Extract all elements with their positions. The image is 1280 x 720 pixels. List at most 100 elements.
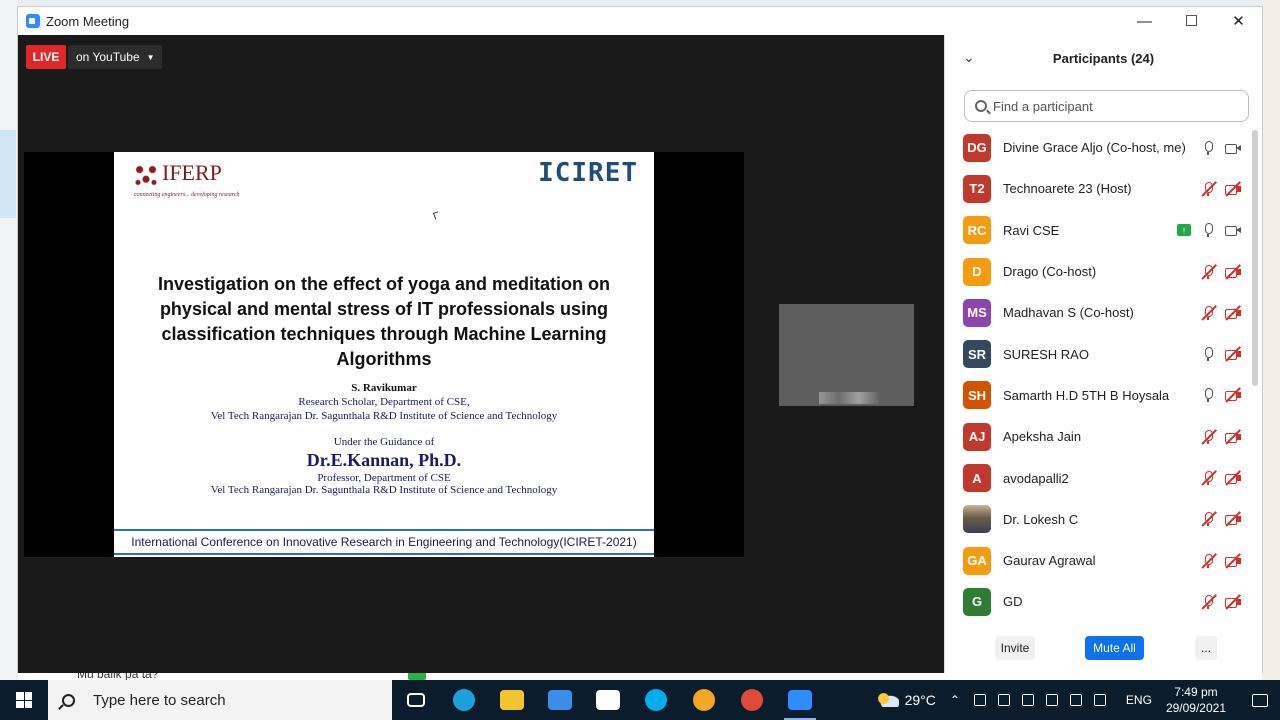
- participant-row[interactable]: DG Divine Grace Aljo (Co-host, me): [945, 127, 1255, 168]
- volume-icon[interactable]: [1069, 694, 1082, 706]
- participant-name: Divine Grace Aljo (Co-host, me): [1003, 140, 1186, 156]
- taskbar-task-view-icon[interactable]: [392, 680, 440, 720]
- camera-icon[interactable]: [1225, 223, 1241, 237]
- mic-icon[interactable]: [1201, 140, 1215, 155]
- participant-row[interactable]: D Drago (Co-host): [945, 251, 1255, 292]
- live-badge[interactable]: LIVE: [26, 45, 66, 69]
- window-controls: — ☐ ✕: [1121, 7, 1262, 35]
- participant-search-input[interactable]: [993, 98, 1233, 114]
- taskbar-skype-icon[interactable]: [632, 680, 680, 720]
- camera-off-icon[interactable]: [1225, 387, 1241, 403]
- participant-list-scrollbar[interactable]: [1252, 130, 1258, 386]
- taskbar-chrome-icon[interactable]: [728, 680, 776, 720]
- participant-status-icons: [1201, 581, 1241, 617]
- mic-icon[interactable]: [1201, 347, 1215, 362]
- camera-icon[interactable]: [1225, 141, 1241, 155]
- taskbar-edge-icon[interactable]: [440, 680, 488, 720]
- taskbar-zoom-icon[interactable]: [776, 680, 824, 720]
- avatar: T2: [963, 174, 991, 203]
- slide-title: Investigation on the effect of yoga and …: [157, 274, 611, 369]
- clock[interactable]: 7:49 pm 29/09/2021: [1166, 684, 1226, 716]
- tray-usb-icon[interactable]: [973, 694, 986, 706]
- taskbar-brave-icon[interactable]: [680, 680, 728, 720]
- mic-muted-icon[interactable]: [1201, 511, 1217, 527]
- mic-muted-icon[interactable]: [1201, 181, 1217, 197]
- windows-logo-icon: [16, 692, 32, 708]
- search-icon: [62, 693, 75, 707]
- participant-row[interactable]: G GD: [945, 581, 1255, 617]
- camera-off-icon[interactable]: [1225, 470, 1241, 486]
- title-bar: Zoom Meeting — ☐ ✕: [18, 7, 1262, 35]
- mic-muted-icon[interactable]: [1201, 428, 1217, 445]
- mic-icon[interactable]: [1201, 223, 1215, 238]
- participant-row[interactable]: AJ Apeksha Jain: [945, 416, 1255, 457]
- chevron-down-icon[interactable]: ⌄: [963, 49, 975, 66]
- camera-off-icon[interactable]: [1225, 552, 1241, 568]
- avatar: AJ: [963, 422, 991, 451]
- window-title: Zoom Meeting: [46, 13, 130, 29]
- start-button[interactable]: [0, 680, 48, 720]
- language-indicator[interactable]: ENG: [1126, 693, 1152, 707]
- mic-muted-icon[interactable]: [1201, 552, 1217, 568]
- camera-off-icon[interactable]: [1225, 181, 1241, 197]
- screen-share-area: IFERP connecting engineers... developing…: [24, 152, 744, 557]
- live-destination-dropdown[interactable]: on YouTube ▼: [68, 45, 162, 69]
- participant-row[interactable]: Dr. Lokesh C: [945, 499, 1255, 540]
- taskbar-search-placeholder: Type here to search: [93, 691, 226, 709]
- participant-row[interactable]: SR SURESH RAO: [945, 333, 1255, 374]
- participant-row[interactable]: RC Ravi CSE ↑: [945, 210, 1255, 251]
- brave-glyph: [693, 689, 715, 711]
- avatar: G: [963, 587, 991, 616]
- battery-icon[interactable]: [1093, 694, 1106, 706]
- mic-icon[interactable]: [1201, 388, 1215, 403]
- mute-all-button[interactable]: Mute All: [1085, 636, 1144, 660]
- weather-temperature[interactable]: 29°C: [905, 692, 936, 708]
- guide-role: Professor, Department of CSE: [317, 472, 451, 484]
- mouse-cursor-icon: [432, 211, 441, 220]
- participant-status-icons: [1201, 416, 1241, 457]
- participant-status-icons: [1201, 251, 1241, 292]
- wifi-icon[interactable]: [1045, 694, 1058, 706]
- taskbar-mail-icon[interactable]: [536, 680, 584, 720]
- guide-institute: Vel Tech Rangarajan Dr. Sagunthala R&D I…: [210, 484, 558, 496]
- participants-title: Participants (24): [1052, 50, 1155, 66]
- participant-row[interactable]: Aavodapalli2: [945, 457, 1255, 498]
- camera-off-icon[interactable]: [1225, 594, 1241, 610]
- participant-row[interactable]: GA Gaurav Agrawal: [945, 540, 1255, 581]
- participant-name: Apeksha Jain: [1003, 429, 1082, 445]
- more-options-button[interactable]: ...: [1195, 636, 1217, 660]
- camera-off-icon[interactable]: [1225, 304, 1241, 321]
- taskbar-file-explorer-icon[interactable]: [488, 680, 536, 720]
- camera-off-icon[interactable]: [1225, 346, 1241, 362]
- camera-off-icon[interactable]: [1225, 428, 1241, 445]
- participant-status-icons: ↑: [1177, 210, 1241, 251]
- participant-row[interactable]: SH Samarth H.D 5TH B Hoysala: [945, 375, 1255, 416]
- camera-off-icon[interactable]: [1225, 263, 1241, 279]
- participant-status-icons: [1201, 540, 1241, 581]
- mic-muted-icon[interactable]: [1201, 263, 1217, 279]
- participant-video-thumbnail[interactable]: [779, 304, 914, 406]
- tray-app-icon[interactable]: [1021, 694, 1034, 706]
- participant-status-icons: [1201, 333, 1241, 374]
- clock-time: 7:49 pm: [1174, 685, 1218, 699]
- notification-center-button[interactable]: [1240, 680, 1280, 720]
- close-button[interactable]: ✕: [1215, 7, 1262, 35]
- maximize-button[interactable]: ☐: [1168, 7, 1215, 35]
- participant-search[interactable]: [964, 90, 1249, 122]
- invite-button[interactable]: Invite: [995, 636, 1035, 660]
- mic-muted-icon[interactable]: [1201, 304, 1217, 321]
- chevron-up-icon[interactable]: ⌃: [950, 693, 960, 707]
- participant-row[interactable]: T2 Technoarete 23 (Host): [945, 168, 1255, 209]
- mic-muted-icon[interactable]: [1201, 470, 1217, 486]
- taskbar-dropbox-icon[interactable]: [584, 680, 632, 720]
- participants-footer: Invite Mute All ...: [945, 635, 1262, 661]
- caret-down-icon: ▼: [146, 52, 155, 62]
- bluetooth-icon[interactable]: [997, 694, 1010, 706]
- taskbar-search-box[interactable]: Type here to search: [48, 680, 392, 720]
- participant-row[interactable]: MS Madhavan S (Co-host): [945, 292, 1255, 333]
- guidance-label: Under the Guidance of: [333, 436, 435, 448]
- minimize-button[interactable]: —: [1121, 7, 1168, 35]
- camera-off-icon[interactable]: [1225, 511, 1241, 527]
- mic-muted-icon[interactable]: [1201, 594, 1217, 610]
- weather-icon[interactable]: [876, 693, 899, 707]
